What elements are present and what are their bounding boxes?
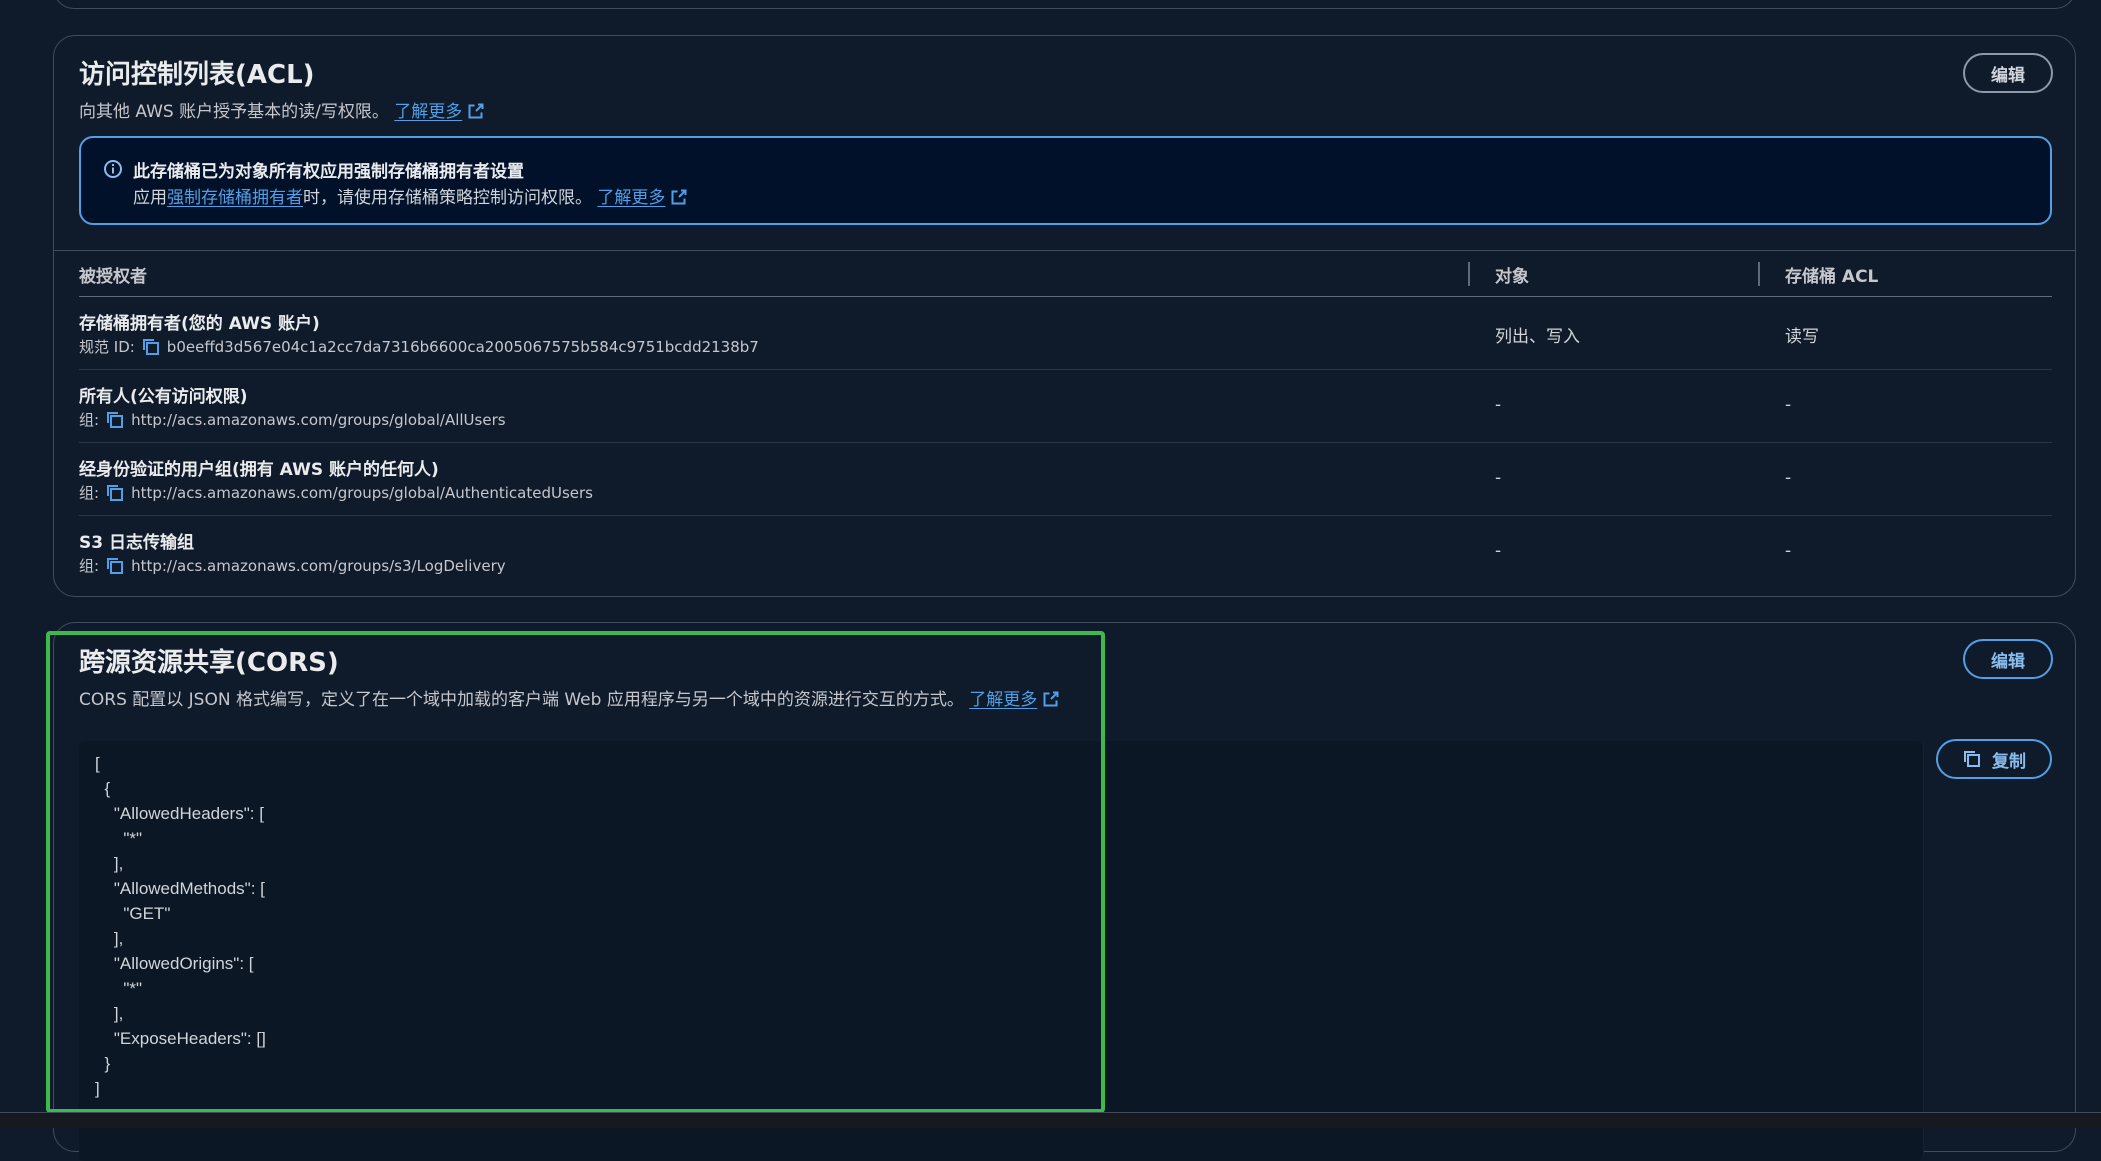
column-header-bucket-acl: 存储桶 ACL [1785,267,1879,287]
external-link-icon [468,103,484,119]
alert-learn-more-link[interactable]: 了解更多 [597,188,665,208]
grantee-id-value: http://acs.amazonaws.com/groups/global/A… [131,410,506,429]
info-icon [104,160,122,178]
copy-icon [1964,751,1980,767]
cors-description: CORS 配置以 JSON 格式编写，定义了在一个域中加载的客户端 Web 应用… [79,685,1059,710]
external-link-icon [1043,691,1059,707]
copy-icon[interactable] [141,337,161,357]
bottom-bar [0,1112,2101,1128]
table-row: 经身份验证的用户组(拥有 AWS 账户的任何人) 组: http://acs.a… [79,442,2052,515]
acl-description-text: 向其他 AWS 账户授予基本的读/写权限。 [79,102,389,122]
grantee-id-value: b0eeffd3d567e04c1a2cc7da7316b6600ca20050… [166,337,759,356]
table-row: 存储桶拥有者(您的 AWS 账户) 规范 ID: b0eeffd3d567e04… [79,296,2052,369]
objects-permission: - [1495,395,1502,415]
column-header-grantee: 被授权者 [79,267,147,287]
column-header-objects: 对象 [1495,267,1529,287]
column-resizer[interactable] [1468,262,1470,286]
acl-learn-more-link[interactable]: 了解更多 [394,102,462,122]
grantee-id-label: 规范 ID: [79,338,135,356]
cors-learn-more-link[interactable]: 了解更多 [969,690,1037,710]
bucket-acl-permission: - [1785,395,1792,415]
grantee-id-value: http://acs.amazonaws.com/groups/s3/LogDe… [131,556,506,575]
grantee-name: S3 日志传输组 [79,533,194,553]
bucket-acl-permission: - [1785,468,1792,488]
grantee-id: 组: http://acs.amazonaws.com/groups/globa… [79,409,506,430]
cors-json-code: [ { "AllowedHeaders": [ "*" ], "AllowedM… [95,754,266,1098]
cors-edit-button[interactable]: 编辑 [1963,639,2053,679]
object-ownership-alert: 此存储桶已为对象所有权应用强制存储桶拥有者设置 应用强制存储桶拥有者时，请使用存… [79,136,2052,225]
copy-icon[interactable] [105,556,125,576]
grantee-id-label: 组: [79,557,100,575]
bucket-acl-permission: 读写 [1785,327,1819,347]
alert-title: 此存储桶已为对象所有权应用强制存储桶拥有者设置 [133,162,524,182]
copy-icon[interactable] [105,483,125,503]
copy-button[interactable]: 复制 [1936,739,2052,779]
acl-title: 访问控制列表(ACL) [79,60,315,90]
table-divider [54,250,2075,251]
alert-body: 应用强制存储桶拥有者时，请使用存储桶策略控制访问权限。 了解更多 [133,183,687,208]
alert-body-prefix: 应用 [133,188,167,208]
objects-permission: - [1495,468,1502,488]
acl-description: 向其他 AWS 账户授予基本的读/写权限。 了解更多 [79,97,484,122]
cors-card: 跨源资源共享(CORS) CORS 配置以 JSON 格式编写，定义了在一个域中… [53,622,2076,1161]
grantee-name: 经身份验证的用户组(拥有 AWS 账户的任何人) [79,460,439,480]
grantee-name: 存储桶拥有者(您的 AWS 账户) [79,314,320,334]
table-row: 所有人(公有访问权限) 组: http://acs.amazonaws.com/… [79,369,2052,442]
objects-permission: - [1495,541,1502,561]
alert-body-suffix: 时，请使用存储桶策略控制访问权限。 [303,188,592,208]
column-resizer[interactable] [1758,262,1760,286]
cors-json-code-block: [ { "AllowedHeaders": [ "*" ], "AllowedM… [79,741,1924,1161]
external-link-icon [671,189,687,205]
grantee-id-value: http://acs.amazonaws.com/groups/global/A… [131,483,593,502]
acl-edit-button[interactable]: 编辑 [1963,53,2053,93]
bucket-owner-enforced-link[interactable]: 强制存储桶拥有者 [167,188,303,208]
grantee-id: 组: http://acs.amazonaws.com/groups/s3/Lo… [79,555,506,576]
grantee-id: 规范 ID: b0eeffd3d567e04c1a2cc7da7316b6600… [79,336,759,357]
grantee-id-label: 组: [79,411,100,429]
cors-description-text: CORS 配置以 JSON 格式编写，定义了在一个域中加载的客户端 Web 应用… [79,690,964,710]
grantee-name: 所有人(公有访问权限) [79,387,248,407]
copy-button-label: 复制 [1992,751,2026,772]
objects-permission: 列出、写入 [1495,327,1580,347]
previous-section-card [53,0,2076,9]
copy-icon[interactable] [105,410,125,430]
bucket-acl-permission: - [1785,541,1792,561]
cors-title: 跨源资源共享(CORS) [79,648,339,678]
grantee-id-label: 组: [79,484,100,502]
table-row: S3 日志传输组 组: http://acs.amazonaws.com/gro… [79,515,2052,588]
acl-card: 访问控制列表(ACL) 向其他 AWS 账户授予基本的读/写权限。 了解更多 编… [53,35,2076,597]
grantee-id: 组: http://acs.amazonaws.com/groups/globa… [79,482,593,503]
